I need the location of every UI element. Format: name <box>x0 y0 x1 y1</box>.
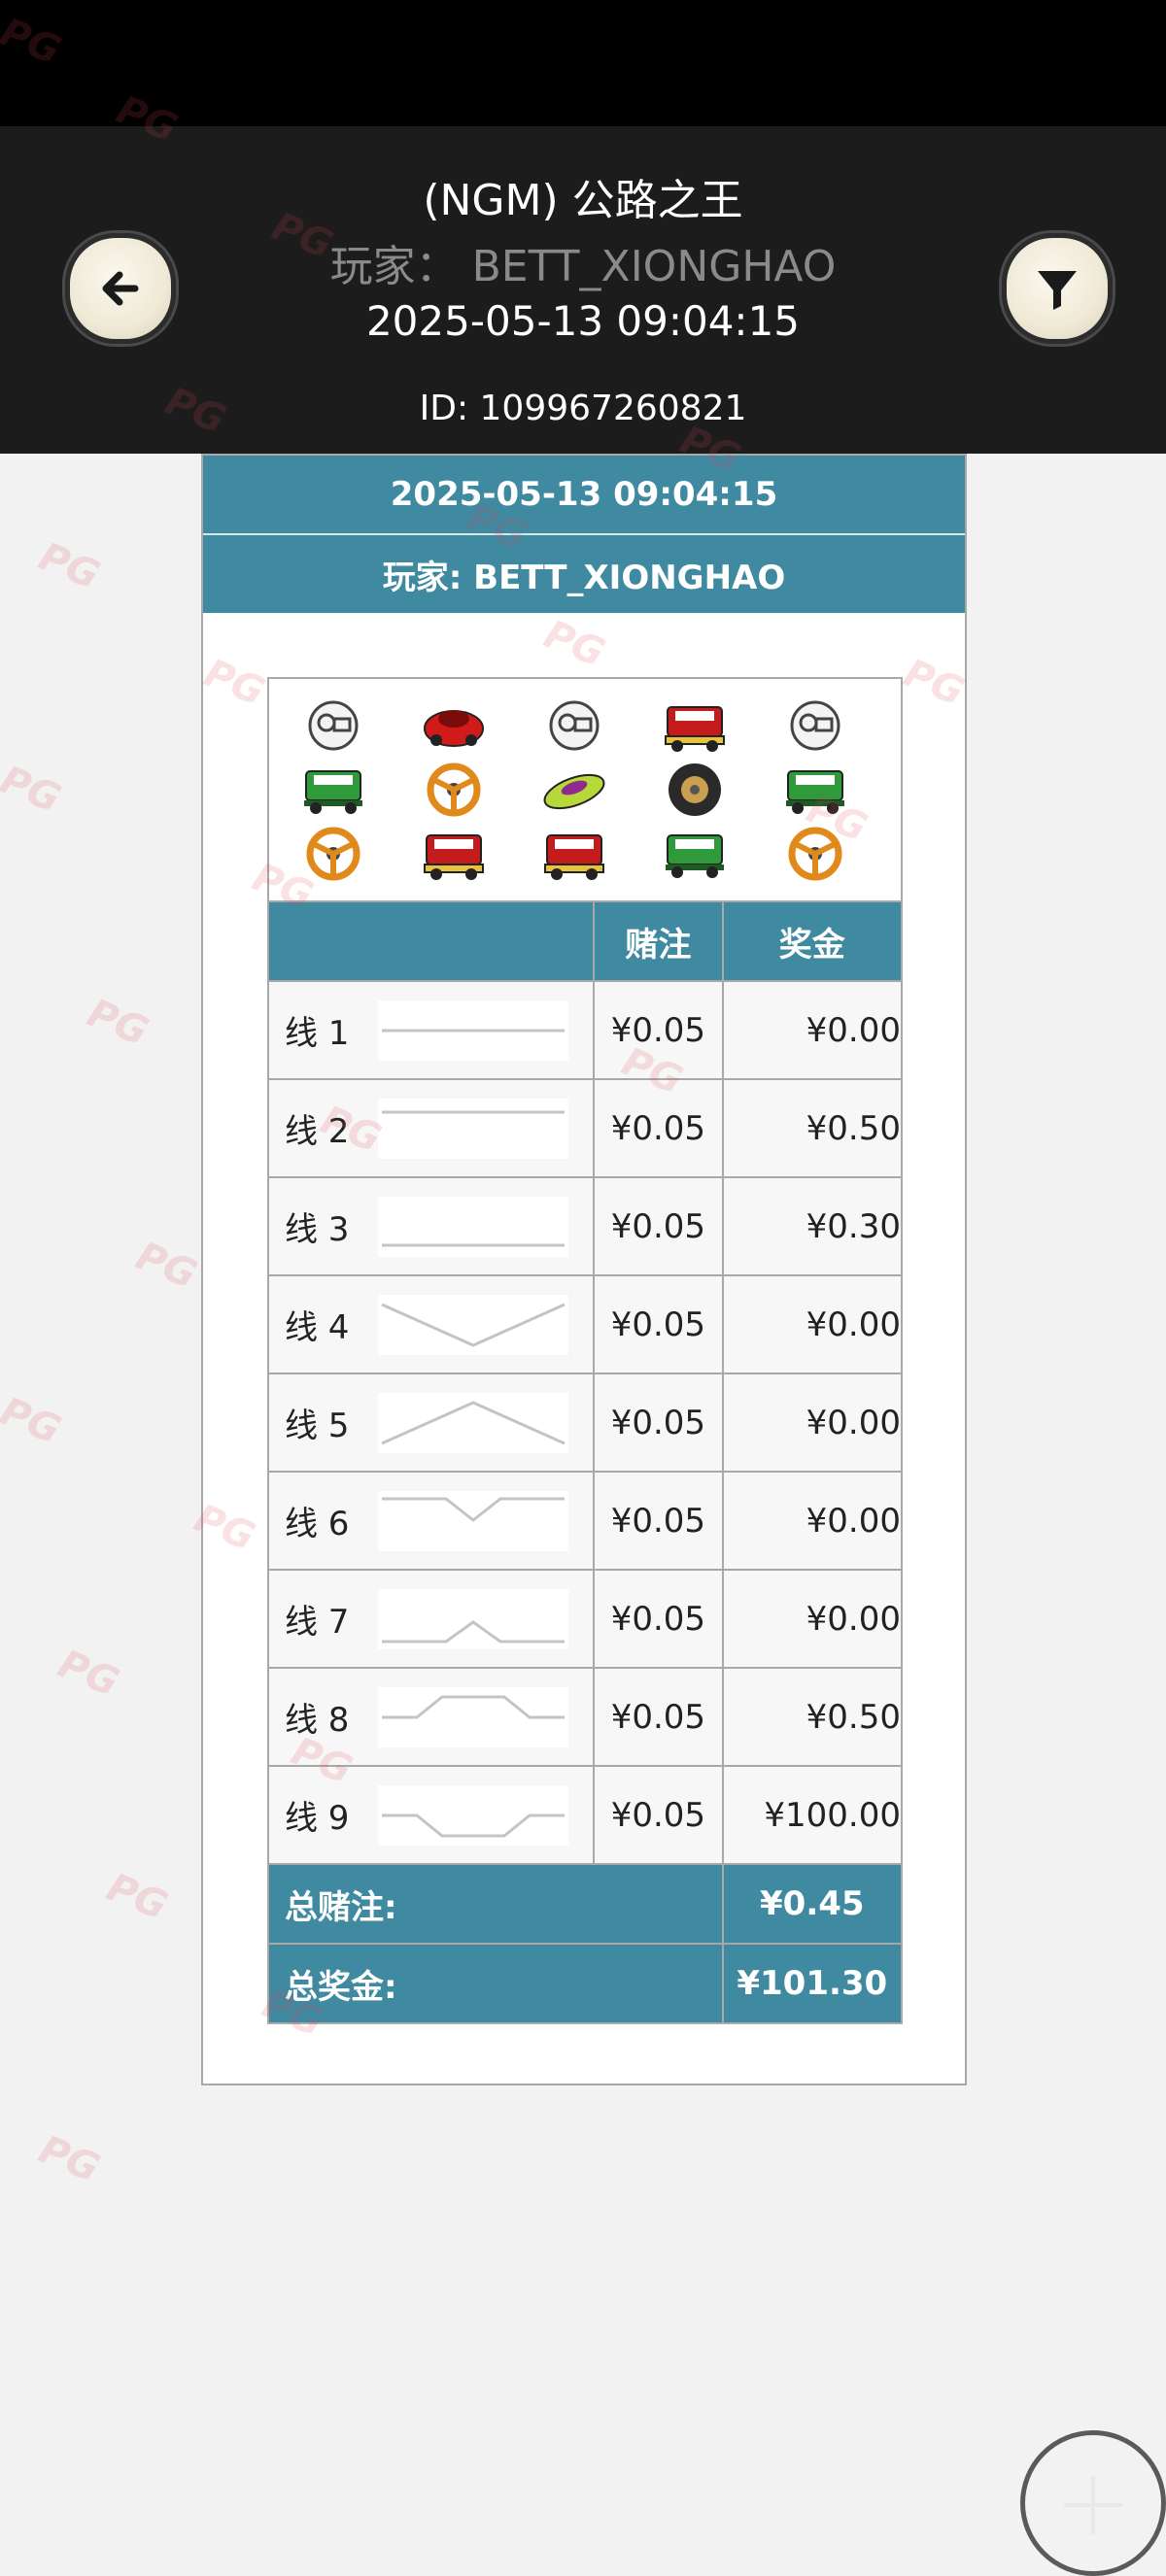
payline-win: ¥0.00 <box>721 1569 904 1669</box>
payline-row: 线 9 ¥0.05 ¥100.00 <box>266 1765 904 1865</box>
pg-watermark: PG <box>100 1865 174 1929</box>
line-header <box>266 900 596 982</box>
payline-row: 线 1 ¥0.05 ¥0.00 <box>266 980 904 1080</box>
payline-pattern-icon <box>378 1784 568 1846</box>
total-win-row: 总奖金: ¥101.30 <box>267 1943 904 2024</box>
red-truck-icon <box>535 823 613 885</box>
payline-win: ¥0.50 <box>721 1667 904 1767</box>
payline-bet: ¥0.05 <box>593 1569 724 1669</box>
payline-label: 线 7 <box>285 1603 350 1642</box>
green-truck-icon <box>656 823 734 885</box>
green-car-icon <box>535 759 613 821</box>
pg-watermark: PG <box>0 758 67 822</box>
payline-pattern-icon <box>378 1196 568 1257</box>
red-truck-icon <box>656 695 734 757</box>
payline-cell: 线 7 <box>266 1569 596 1669</box>
payline-win: ¥0.00 <box>721 1373 904 1473</box>
payline-bet: ¥0.05 <box>593 1176 724 1276</box>
pg-watermark: PG <box>0 1389 67 1453</box>
payline-pattern-icon <box>378 1588 568 1649</box>
payline-cell: 线 2 <box>266 1078 596 1178</box>
payline-label: 线 6 <box>285 1505 350 1543</box>
payline-label: 线 5 <box>285 1407 350 1445</box>
payline-win: ¥0.00 <box>721 1471 904 1571</box>
payline-label: 线 1 <box>285 1014 350 1053</box>
engine-icon <box>776 695 854 757</box>
payline-pattern-icon <box>378 1000 568 1061</box>
payline-row: 线 4 ¥0.05 ¥0.00 <box>266 1274 904 1374</box>
back-button[interactable] <box>65 233 176 344</box>
payline-win: ¥0.00 <box>721 980 904 1080</box>
payline-bet: ¥0.05 <box>593 1765 724 1865</box>
red-car-icon <box>415 695 493 757</box>
payline-row: 线 7 ¥0.05 ¥0.00 <box>266 1569 904 1669</box>
payline-win: ¥0.50 <box>721 1078 904 1178</box>
floating-add-button[interactable] <box>1020 2430 1166 2576</box>
paylines-table: 赌注 奖金 线 1 ¥0.05 ¥0.00 线 2 ¥0.05 ¥0.50 线 3 ¥0.05… <box>266 900 904 2024</box>
payline-win: ¥0.00 <box>721 1274 904 1374</box>
round-datetime: 2025-05-13 09:04:15 <box>365 297 801 345</box>
payline-bet: ¥0.05 <box>593 1667 724 1767</box>
payline-pattern-icon <box>378 1294 568 1355</box>
payline-label: 线 4 <box>285 1308 350 1347</box>
payline-cell: 线 4 <box>266 1274 596 1374</box>
engine-icon <box>535 695 613 757</box>
pg-watermark: PG <box>81 991 154 1055</box>
payline-cell: 线 3 <box>266 1176 596 1276</box>
total-bet-label: 总赌注: <box>267 1863 724 1945</box>
reel-result <box>267 677 903 900</box>
symbol-grid <box>287 693 885 891</box>
payline-row: 线 5 ¥0.05 ¥0.00 <box>266 1373 904 1473</box>
red-truck-icon <box>415 823 493 885</box>
card-datetime: 2025-05-13 09:04:15 <box>203 456 965 535</box>
tire-icon <box>656 759 734 821</box>
total-bet-row: 总赌注: ¥0.45 <box>267 1863 904 1945</box>
engine-icon <box>294 695 372 757</box>
payline-label: 线 8 <box>285 1701 350 1740</box>
filter-button[interactable] <box>1002 233 1113 344</box>
total-bet-value: ¥0.45 <box>721 1863 904 1945</box>
table-header-row: 赌注 奖金 <box>266 900 904 982</box>
payline-bet: ¥0.05 <box>593 1274 724 1374</box>
payline-pattern-icon <box>378 1686 568 1747</box>
filter-icon <box>1038 271 1077 310</box>
payline-row: 线 6 ¥0.05 ¥0.00 <box>266 1471 904 1571</box>
payline-pattern-icon <box>378 1490 568 1551</box>
payline-label: 线 3 <box>285 1210 350 1249</box>
pg-watermark: PG <box>129 1234 203 1298</box>
payline-cell: 线 5 <box>266 1373 596 1473</box>
payline-cell: 线 6 <box>266 1471 596 1571</box>
game-title: (NGM) 公路之王 <box>423 176 743 225</box>
card-player: 玩家: BETT_XIONGHAO <box>203 535 965 613</box>
total-win-label: 总奖金: <box>267 1943 724 2024</box>
payline-pattern-icon <box>378 1392 568 1453</box>
payline-bet: ¥0.05 <box>593 1471 724 1571</box>
total-win-value: ¥101.30 <box>721 1943 904 2024</box>
payline-win: ¥0.30 <box>721 1176 904 1276</box>
payline-win: ¥100.00 <box>721 1765 904 1865</box>
pg-watermark: PG <box>32 534 106 598</box>
steering-wheel-icon <box>415 759 493 821</box>
win-header: 奖金 <box>721 900 904 982</box>
payline-row: 线 8 ¥0.05 ¥0.50 <box>266 1667 904 1767</box>
pg-watermark: PG <box>51 1642 125 1706</box>
payline-pattern-icon <box>378 1098 568 1159</box>
bet-header: 赌注 <box>593 900 724 982</box>
payline-bet: ¥0.05 <box>593 1373 724 1473</box>
payline-label: 线 9 <box>285 1799 350 1838</box>
arrow-left-icon <box>102 271 139 306</box>
green-truck-icon <box>294 759 372 821</box>
payline-cell: 线 1 <box>266 980 596 1080</box>
pg-watermark: PG <box>32 2127 106 2191</box>
payline-row: 线 3 ¥0.05 ¥0.30 <box>266 1176 904 1276</box>
